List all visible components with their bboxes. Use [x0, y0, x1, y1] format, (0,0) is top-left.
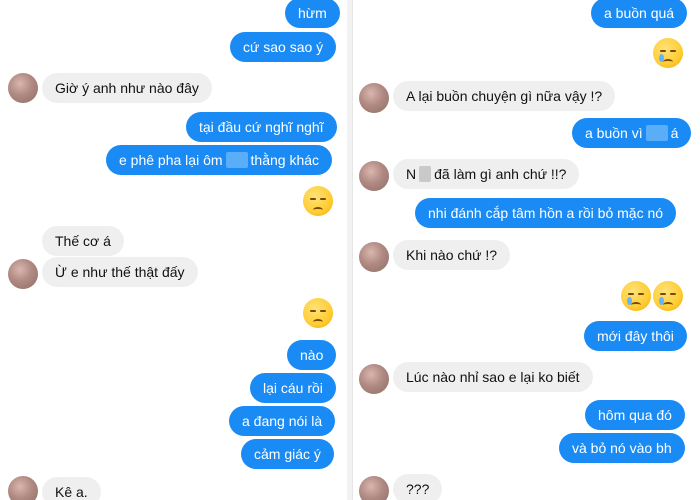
sad-relieved-face-emoji	[621, 281, 651, 311]
message-bubble-outgoing[interactable]: cảm giác ý	[241, 439, 334, 469]
message-bubble-incoming[interactable]: Ừ e như thế thật đấy	[42, 257, 198, 287]
message-text: đã làm gì anh chứ !!?	[434, 166, 567, 182]
message-text: mới đây thôi	[597, 328, 674, 344]
sad-relieved-face-emoji	[653, 38, 683, 68]
message-text: nhi đánh cắp tâm hồn a rồi bỏ mặc nó	[428, 205, 664, 221]
message-text: Ừ e như thế thật đấy	[55, 264, 185, 280]
message-bubble-incoming[interactable]: Nđã làm gì anh chứ !!?	[393, 159, 580, 189]
avatar[interactable]	[359, 161, 389, 191]
avatar[interactable]	[8, 259, 38, 289]
message-bubble-outgoing[interactable]: mới đây thôi	[584, 321, 687, 351]
avatar[interactable]	[359, 476, 389, 500]
message-text: lại cáu rồi	[263, 380, 323, 396]
redacted-name	[645, 125, 668, 141]
message-bubble-outgoing[interactable]: và bỏ nó vào bh	[559, 433, 685, 463]
message-bubble-incoming[interactable]: A lại buồn chuyện gì nữa vậy !?	[393, 81, 616, 111]
message-bubble-outgoing[interactable]: a buồn vì á	[572, 118, 692, 148]
message-bubble-incoming[interactable]: Kê a.	[42, 477, 101, 500]
message-bubble-outgoing[interactable]: lại cáu rồi	[250, 373, 336, 403]
pensive-face-emoji	[303, 186, 333, 216]
pensive-face-emoji	[303, 298, 333, 328]
message-bubble-incoming[interactable]: Thế cơ á	[42, 226, 124, 256]
message-text: hừm	[298, 5, 327, 21]
message-text: Giờ ý anh như nào đây	[55, 80, 199, 96]
message-text: Kê a.	[55, 484, 88, 500]
message-bubble-outgoing[interactable]: nào	[287, 340, 337, 370]
redacted-name	[419, 166, 432, 182]
message-bubble-outgoing[interactable]: e phê pha lại ôm thằng khác	[106, 145, 333, 175]
message-bubble-outgoing[interactable]: a đang nói là	[229, 406, 336, 436]
message-bubble-outgoing[interactable]: hừm	[285, 0, 340, 28]
message-text: A lại buồn chuyện gì nữa vậy !?	[406, 88, 603, 104]
message-bubble-incoming[interactable]: Khi nào chứ !?	[393, 240, 511, 270]
message-text: cứ sao sao ý	[243, 39, 324, 55]
chat-panel-left: hừm cứ sao sao ý Giờ ý anh như nào đây t…	[0, 0, 348, 500]
message-text: nào	[300, 347, 324, 363]
message-bubble-outgoing[interactable]: a buồn quá	[591, 0, 688, 28]
message-text: và bỏ nó vào bh	[572, 440, 672, 456]
redacted-name	[225, 152, 248, 168]
message-bubble-outgoing[interactable]: hôm qua đó	[585, 400, 685, 430]
message-text: cảm giác ý	[254, 446, 321, 462]
chat-panel-right: a buồn quá A lại buồn chuyện gì nữa vậy …	[352, 0, 700, 500]
message-text: e phê pha lại ôm	[119, 152, 223, 168]
avatar[interactable]	[359, 83, 389, 113]
message-bubble-incoming[interactable]: Lúc nào nhỉ sao e lại ko biết	[393, 362, 593, 392]
message-text: Khi nào chứ !?	[406, 247, 498, 263]
message-text: tại đầu cứ nghĩ nghĩ	[199, 119, 324, 135]
sad-relieved-face-emoji	[653, 281, 683, 311]
message-text: thằng khác	[250, 152, 320, 168]
message-bubble-incoming[interactable]: ???	[393, 474, 443, 500]
message-bubble-outgoing[interactable]: nhi đánh cắp tâm hồn a rồi bỏ mặc nó	[415, 198, 677, 228]
message-text: a buồn vì	[585, 125, 643, 141]
message-bubble-incoming[interactable]: Giờ ý anh như nào đây	[42, 73, 212, 103]
message-text: hôm qua đó	[598, 407, 672, 423]
message-text: a buồn quá	[604, 5, 675, 21]
message-bubble-outgoing[interactable]: tại đầu cứ nghĩ nghĩ	[186, 112, 337, 142]
message-text: a đang nói là	[242, 413, 323, 429]
avatar[interactable]	[8, 476, 38, 500]
message-text: N	[406, 166, 417, 182]
message-bubble-outgoing[interactable]: cứ sao sao ý	[230, 32, 337, 62]
message-text: ???	[406, 481, 430, 497]
avatar[interactable]	[359, 364, 389, 394]
message-text: á	[670, 125, 679, 141]
message-text: Lúc nào nhỉ sao e lại ko biết	[406, 369, 580, 385]
avatar[interactable]	[359, 242, 389, 272]
message-text: Thế cơ á	[55, 233, 111, 249]
avatar[interactable]	[8, 73, 38, 103]
